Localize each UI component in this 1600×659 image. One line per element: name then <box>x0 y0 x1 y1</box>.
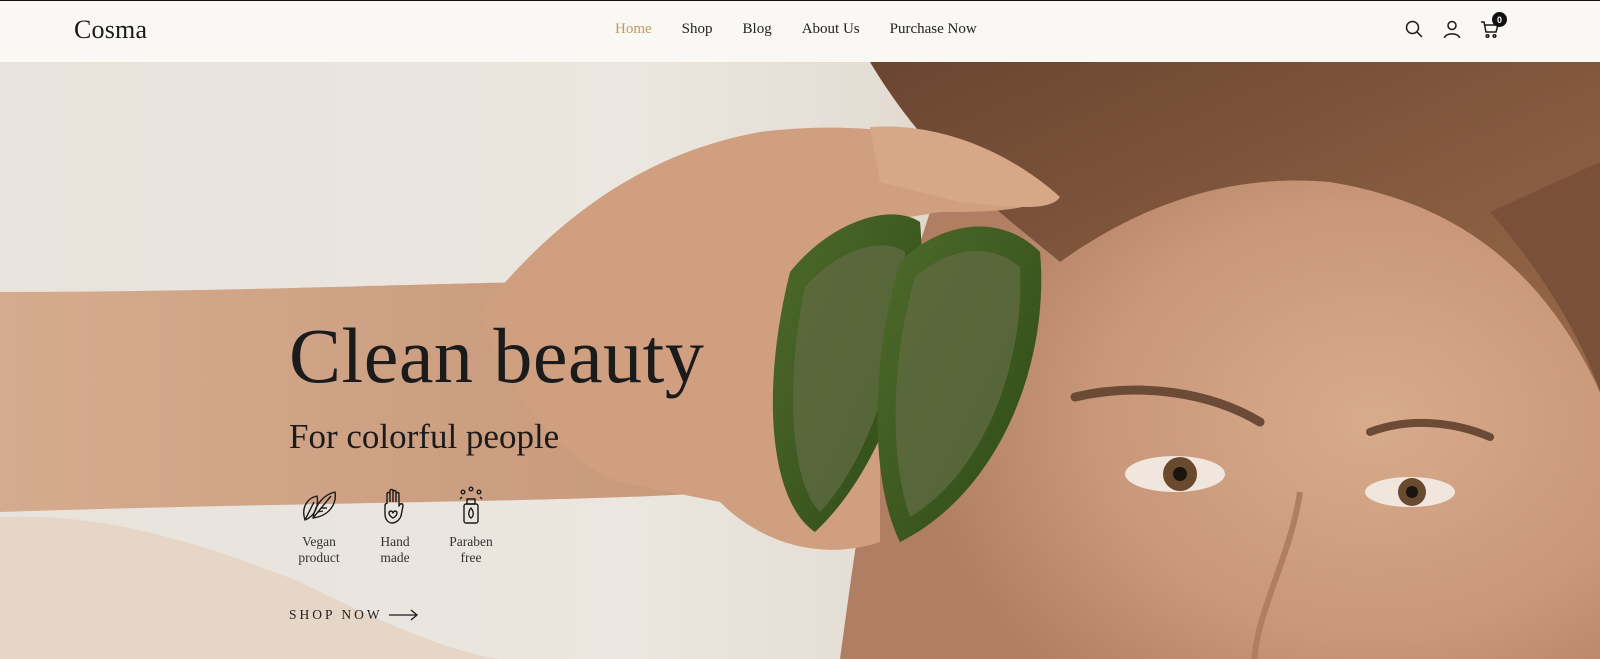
feature-paraben-free: Paraben free <box>433 484 509 566</box>
feature-label: Hand made <box>380 534 410 565</box>
nav-item-blog[interactable]: Blog <box>743 21 772 38</box>
nav-item-shop[interactable]: Shop <box>682 21 713 38</box>
cart-icon[interactable]: 0 <box>1480 12 1507 41</box>
site-header: Cosma Home Shop Blog About Us Purchase N… <box>0 1 1600 62</box>
arrow-right-icon <box>388 609 418 621</box>
bottle-icon <box>449 484 493 528</box>
hero-subheadline: For colorful people <box>289 417 560 456</box>
nav-item-about-us[interactable]: About Us <box>802 21 860 38</box>
cart-count-badge: 0 <box>1492 12 1507 27</box>
header-icons: 0 <box>1404 12 1507 41</box>
site-logo[interactable]: Cosma <box>74 15 147 45</box>
feature-label: Vegan product <box>298 534 340 565</box>
feature-vegan: Vegan product <box>281 484 357 566</box>
search-icon[interactable] <box>1404 19 1424 41</box>
shop-now-button[interactable]: SHOP NOW <box>289 607 419 623</box>
nav-item-home[interactable]: Home <box>615 21 652 38</box>
hero-image <box>0 62 1600 659</box>
hand-icon <box>373 484 417 528</box>
main-nav: Home Shop Blog About Us Purchase Now <box>615 21 1007 38</box>
hero-text: Clean beauty For colorful people <box>289 317 704 457</box>
hero-banner: Clean beauty For colorful people Vegan p… <box>0 62 1600 659</box>
hero-headline: Clean beauty <box>289 312 705 399</box>
feature-list: Vegan product Hand made Paraben free <box>281 484 509 566</box>
shop-now-label: SHOP NOW <box>289 607 383 622</box>
nav-item-purchase-now[interactable]: Purchase Now <box>890 21 977 38</box>
feature-label: Paraben free <box>449 534 493 565</box>
feature-handmade: Hand made <box>357 484 433 566</box>
user-icon[interactable] <box>1442 19 1462 41</box>
leaf-icon <box>297 484 341 528</box>
